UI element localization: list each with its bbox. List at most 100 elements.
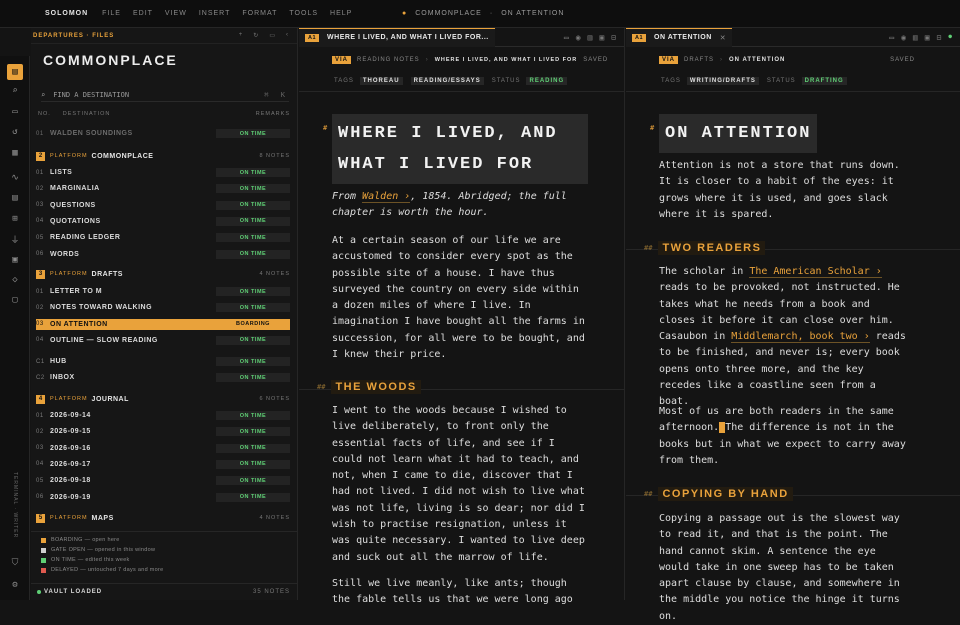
activity-icon[interactable]: ∿ xyxy=(7,170,23,186)
saved-indicator: SAVED xyxy=(583,57,609,63)
list-item[interactable]: 02 NOTES TOWARD WALKING ON TIME xyxy=(36,302,290,313)
refresh-icon[interactable]: ↻ xyxy=(253,32,259,39)
split-icon[interactable]: ▥ xyxy=(913,33,918,42)
menu-file[interactable]: FILE xyxy=(102,10,121,17)
eye-icon[interactable]: ◉ xyxy=(576,33,581,42)
status-badge: BOARDING xyxy=(216,319,290,329)
list-item[interactable]: 06 WORDS ON TIME xyxy=(36,249,290,260)
list-item[interactable]: 01 LISTS ON TIME xyxy=(36,167,290,178)
history-icon[interactable]: ↺ xyxy=(7,124,23,140)
status-badge: ON TIME xyxy=(216,443,290,453)
collapse-icon[interactable]: ‹ xyxy=(286,32,289,39)
split-icon[interactable]: ▥ xyxy=(588,33,593,42)
legend-swatch xyxy=(41,557,46,563)
eye-icon[interactable]: ◉ xyxy=(901,33,906,42)
row-name: 2026-09-18 xyxy=(50,477,91,485)
status-badge: ON TIME xyxy=(216,287,290,296)
menu-edit[interactable]: EDIT xyxy=(133,10,153,17)
file-sidebar: DEPARTURES · FILES + ↻ ▭ ‹ COMMONPLACE ⌕… xyxy=(31,28,298,600)
list-item[interactable]: 02 MARGINALIA ON TIME xyxy=(36,183,290,194)
layout-icon[interactable]: ▣ xyxy=(599,33,604,42)
search-input[interactable]: ⌕ FIND A DESTINATION ⌘ K xyxy=(41,89,289,102)
list-item[interactable]: 01 LETTER TO M ON TIME xyxy=(36,286,290,297)
preview-icon[interactable]: ▭ xyxy=(564,33,569,42)
status-badge: ON TIME xyxy=(216,492,290,502)
menu-help[interactable]: HELP xyxy=(330,10,352,17)
settings-icon[interactable]: ⚙ xyxy=(7,577,23,593)
wikilink[interactable]: Walden › xyxy=(362,191,411,203)
more-icon[interactable]: ⊟ xyxy=(611,33,616,42)
note-title: ON ATTENTION xyxy=(659,114,818,153)
tab-where-i-lived[interactable]: A1 WHERE I LIVED, AND WHAT I LIVED FOR..… xyxy=(299,27,495,47)
intro-paragraph: From Walden ›, 1854. Abridged; the full … xyxy=(332,189,590,222)
row-num: 01 xyxy=(36,288,44,295)
status-badge: ON TIME xyxy=(216,200,290,210)
close-icon[interactable]: ✕ xyxy=(720,34,726,42)
list-item[interactable]: C1 HUB ON TIME xyxy=(36,356,290,367)
list-item[interactable]: 02 2026-09-15 ON TIME xyxy=(36,426,290,437)
new-note-icon[interactable]: + xyxy=(239,32,244,39)
platform-name: MAPS xyxy=(91,514,114,522)
breadcrumb-folder[interactable]: DRAFTS xyxy=(684,57,714,63)
grid-icon[interactable]: ▦ xyxy=(7,145,23,161)
menu-tools[interactable]: TOOLS xyxy=(289,10,318,17)
platform-keyword: PLATFORM xyxy=(50,271,88,277)
more-icon[interactable]: ⊟ xyxy=(937,33,942,42)
paragraph: Copying a passage out is the slowest way… xyxy=(659,513,900,622)
legend-label: ON TIME — edited this week xyxy=(51,557,130,563)
app-brand: SOLOMON xyxy=(45,10,89,17)
list-item[interactable]: 03 2026-09-16 ON TIME xyxy=(36,443,290,454)
plug-icon[interactable]: ⏚ xyxy=(7,231,23,247)
preview-icon[interactable]: ▭ xyxy=(889,33,894,42)
calendar-icon[interactable]: ▢ xyxy=(7,292,23,308)
list-item[interactable]: 04 OUTLINE — SLOW READING ON TIME xyxy=(36,335,290,346)
table-icon[interactable]: ▤ xyxy=(7,190,23,206)
tag-chip[interactable]: THOREAU xyxy=(359,77,403,85)
vault-title: COMMONPLACE xyxy=(43,52,178,68)
list-item[interactable]: 04 2026-09-17 ON TIME xyxy=(36,459,290,470)
breadcrumb-folder[interactable]: READING NOTES xyxy=(357,57,420,63)
plugins-icon[interactable]: ⊞ xyxy=(7,211,23,227)
legend-swatch xyxy=(41,567,46,573)
status-badge[interactable]: READING xyxy=(526,77,568,85)
list-item[interactable]: 03 QUESTIONS ON TIME xyxy=(36,200,290,211)
inbox-icon[interactable]: ▭ xyxy=(7,104,23,120)
platform-header[interactable]: 2 PLATFORM COMMONPLACE 8 NOTES xyxy=(36,150,290,162)
row-num: 01 xyxy=(36,412,44,419)
layout-icon[interactable]: ▣ xyxy=(925,33,930,42)
status-dot-icon: ● xyxy=(948,32,952,40)
platform-header[interactable]: 5 PLATFORM MAPS 4 NOTES xyxy=(36,512,290,524)
status-badge[interactable]: DRAFTING xyxy=(801,77,847,85)
list-item[interactable]: 05 2026-09-18 ON TIME xyxy=(36,475,290,486)
row-name: 2026-09-15 xyxy=(50,428,91,436)
menu-view[interactable]: VIEW xyxy=(165,10,187,17)
tab-on-attention[interactable]: A1 ON ATTENTION ✕ xyxy=(626,27,733,47)
status-badge: ON TIME xyxy=(216,249,290,259)
wikilink[interactable]: The American Scholar › xyxy=(749,266,882,278)
shield-icon[interactable]: ⛉ xyxy=(7,555,23,571)
tag-chip[interactable]: READING/ESSAYS xyxy=(410,77,484,85)
folder-icon[interactable]: ▭ xyxy=(269,32,276,39)
list-item[interactable]: 04 QUOTATIONS ON TIME xyxy=(36,216,290,227)
files-icon[interactable]: ▤ xyxy=(7,64,23,80)
status-badge: ON TIME xyxy=(216,303,290,313)
menu-insert[interactable]: INSERT xyxy=(199,10,231,17)
list-item-selected[interactable]: 03 ON ATTENTION BOARDING xyxy=(36,318,290,330)
list-item[interactable]: 01 2026-09-14 ON TIME xyxy=(36,410,290,421)
archive-icon[interactable]: ▣ xyxy=(7,252,23,268)
wikilink[interactable]: Middlemarch, book two › xyxy=(731,331,870,344)
search-icon[interactable]: ⌕ xyxy=(7,83,23,99)
platform-header[interactable]: 4 PLATFORM JOURNAL 6 NOTES xyxy=(36,393,290,405)
list-item[interactable]: 05 READING LEDGER ON TIME xyxy=(36,232,290,243)
list-item[interactable]: 06 2026-09-19 ON TIME xyxy=(36,492,290,503)
row-name: NOTES TOWARD WALKING xyxy=(50,304,153,312)
menu-format[interactable]: FORMAT xyxy=(242,10,277,17)
platform-header[interactable]: 3 PLATFORM DRAFTS 4 NOTES xyxy=(36,268,290,280)
list-item[interactable]: C2 INBOX ON TIME xyxy=(36,372,290,383)
list-item[interactable]: 01 WALDEN SOUNDINGS ON TIME xyxy=(36,128,290,139)
tag-icon[interactable]: ◇ xyxy=(7,272,23,288)
tab-bar: A1 ON ATTENTION ✕ ▭ ◉ ▥ ▣ ⊟ ● xyxy=(626,27,960,47)
menu-bar: SOLOMON FILE EDIT VIEW INSERT FORMAT TOO… xyxy=(0,0,960,28)
properties-row: TAGS THOREAU READING/ESSAYS STATUS READI… xyxy=(334,77,575,85)
tag-chip[interactable]: WRITING/DRAFTS xyxy=(686,77,759,85)
